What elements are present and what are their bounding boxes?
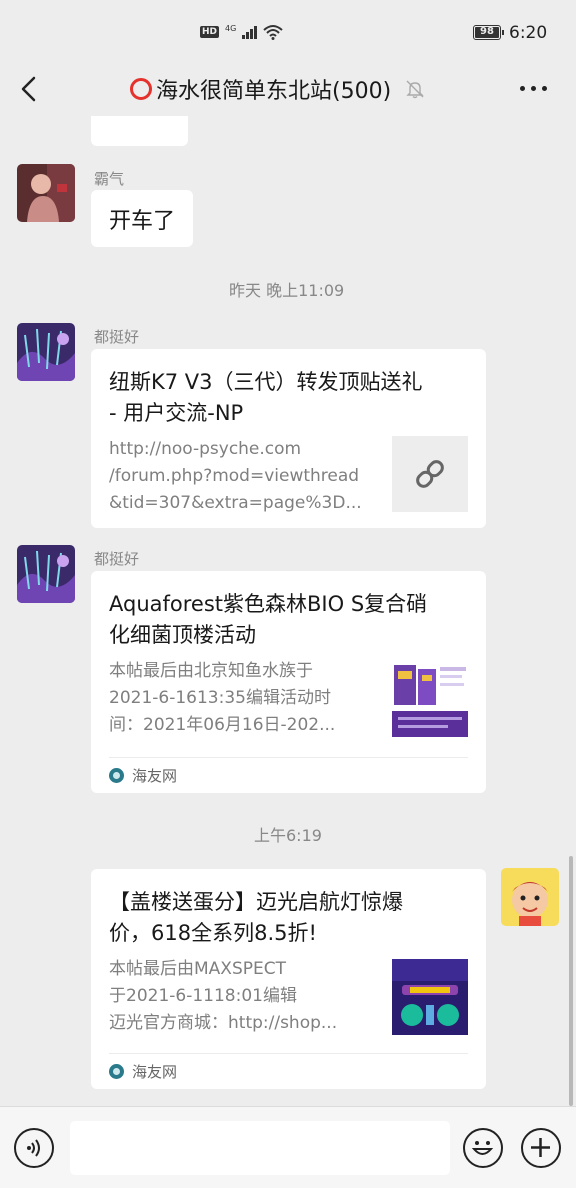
- chat-title-group: 海水很简单东北站(500): [130, 72, 425, 106]
- clock: 6:20: [509, 23, 548, 43]
- card-desc-line: http://noo-psyche.com: [109, 439, 302, 459]
- card-title-line: 价，618全系列8.5折!: [109, 921, 317, 945]
- card-desc-line: 2021-6-1613:35编辑活动时: [109, 688, 331, 708]
- card-title-line: 化细菌顶楼活动: [109, 623, 256, 647]
- red-circle-icon: [130, 78, 152, 100]
- emoji-sticker-icon: [107, 116, 187, 136]
- card-title: 纽斯K7 V3（三代）转发顶贴送礼 - 用户交流-NP: [109, 367, 468, 429]
- article-card[interactable]: Aquaforest紫色森林BIO S复合硝 化细菌顶楼活动 本帖最后由北京知鱼…: [91, 571, 486, 793]
- article-card[interactable]: 【盖楼送蛋分】迈光启航灯惊爆 价，618全系列8.5折! 本帖最后由MAXSPE…: [91, 869, 486, 1089]
- card-title: 【盖楼送蛋分】迈光启航灯惊爆 价，618全系列8.5折!: [109, 887, 468, 949]
- card-desc-line: 于2021-6-1118:01编辑: [109, 986, 297, 1006]
- status-bar: HD 4G 98 6:20: [0, 0, 576, 62]
- network-type: 4G: [225, 24, 237, 33]
- wifi-icon: [263, 25, 283, 40]
- card-title: Aquaforest紫色森林BIO S复合硝 化细菌顶楼活动: [109, 589, 468, 651]
- card-description: 本帖最后由MAXSPECT 于2021-6-1118:01编辑 迈光官方商城：h…: [109, 956, 373, 1037]
- card-body: 本帖最后由北京知鱼水族于 2021-6-1613:35编辑活动时 间：2021年…: [109, 658, 468, 739]
- voice-icon[interactable]: [14, 1128, 54, 1168]
- input-bar: [0, 1106, 576, 1188]
- link-icon: [416, 460, 444, 488]
- sender-name: 都挺好: [94, 550, 140, 568]
- link-thumbnail: [392, 436, 468, 512]
- bell-off-icon: [406, 80, 424, 99]
- chat-title: 海水很简单东北站(500): [156, 79, 392, 104]
- sender-name: 都挺好: [94, 328, 140, 346]
- sender-name: 霸气: [94, 170, 125, 188]
- link-card[interactable]: 纽斯K7 V3（三代）转发顶贴送礼 - 用户交流-NP http://noo-p…: [91, 349, 486, 528]
- site-logo-icon: [109, 768, 124, 783]
- chevron-left-icon[interactable]: [18, 74, 42, 104]
- timestamp: 上午6:19: [254, 826, 322, 845]
- chat-header: 海水很简单东北站(500): [0, 62, 576, 116]
- card-source: 海友网: [109, 757, 468, 793]
- card-body: 本帖最后由MAXSPECT 于2021-6-1118:01编辑 迈光官方商城：h…: [109, 956, 468, 1037]
- battery-level: 98: [480, 26, 494, 37]
- site-logo-icon: [109, 1064, 124, 1079]
- card-title-line: Aquaforest紫色森林BIO S复合硝: [109, 592, 428, 616]
- battery-icon: 98: [473, 25, 504, 40]
- message-text: 开车了: [109, 208, 176, 234]
- scrollbar[interactable]: [569, 856, 573, 1106]
- avatar[interactable]: [501, 868, 559, 926]
- card-desc-line: &tid=307&extra=page%3D...: [109, 493, 362, 513]
- card-title-line: 【盖楼送蛋分】迈光启航灯惊爆: [109, 890, 403, 914]
- card-desc-line: /forum.php?mod=viewthread: [109, 466, 360, 486]
- card-source: 海友网: [109, 1053, 468, 1089]
- timestamp: 昨天 晚上11:09: [229, 281, 345, 300]
- source-name: 海友网: [132, 1063, 178, 1081]
- avatar[interactable]: [17, 545, 75, 603]
- status-icons: HD 4G: [200, 24, 283, 40]
- text-message[interactable]: 开车了: [91, 190, 194, 247]
- card-desc-line: 间：2021年06月16日-202...: [109, 715, 336, 735]
- card-title-line: 纽斯K7 V3（三代）转发顶贴送礼: [109, 370, 423, 394]
- card-description: 本帖最后由北京知鱼水族于 2021-6-1613:35编辑活动时 间：2021年…: [109, 658, 373, 739]
- article-thumbnail: [392, 959, 468, 1035]
- message-bubble-partial: [91, 116, 188, 146]
- card-title-line: - 用户交流-NP: [109, 401, 244, 425]
- avatar[interactable]: [17, 323, 75, 381]
- chat-list[interactable]: 霸气 开车了 昨天 晚上11:09 都挺好 纽斯K7 V3（三代）转发顶贴送礼 …: [0, 116, 576, 1106]
- plus-icon[interactable]: [521, 1128, 561, 1168]
- ellipsis-icon[interactable]: [520, 80, 552, 96]
- card-desc-line: 迈光官方商城：http://shop...: [109, 1013, 338, 1033]
- card-desc-line: 本帖最后由北京知鱼水族于: [109, 661, 313, 681]
- signal-icon: [242, 25, 258, 39]
- source-name: 海友网: [132, 767, 178, 785]
- card-desc-line: 本帖最后由MAXSPECT: [109, 959, 286, 979]
- card-description: http://noo-psyche.com /forum.php?mod=vie…: [109, 436, 373, 517]
- emoji-icon[interactable]: [463, 1128, 503, 1168]
- article-thumbnail: [392, 661, 468, 737]
- card-body: http://noo-psyche.com /forum.php?mod=vie…: [109, 436, 468, 517]
- avatar[interactable]: [17, 164, 75, 222]
- message-input[interactable]: [70, 1121, 450, 1175]
- hd-badge: HD: [200, 26, 220, 38]
